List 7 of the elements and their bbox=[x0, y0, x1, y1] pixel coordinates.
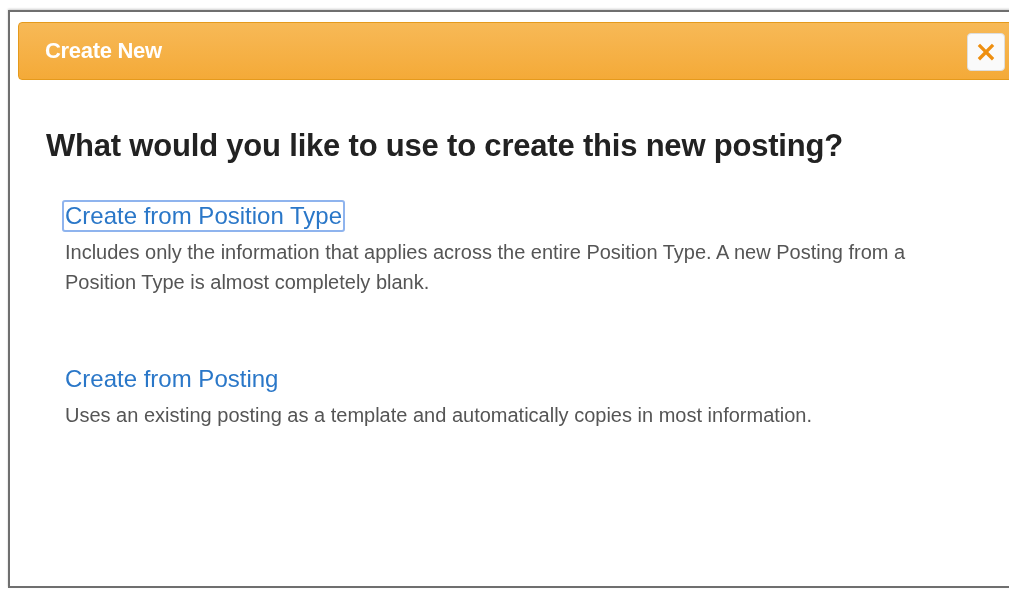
question-heading: What would you like to use to create this new posting? bbox=[46, 128, 844, 164]
option-description: Uses an existing posting as a template and automatically copies in most information. bbox=[65, 403, 814, 428]
option-link[interactable]: Create from Posting bbox=[62, 363, 282, 395]
option-link[interactable]: Create from Position Type bbox=[62, 200, 346, 232]
dialog-title: Create New bbox=[45, 38, 162, 64]
close-button[interactable]: × bbox=[967, 33, 1005, 71]
option-description: Includes only the information that applies across the entire Position Type. A new Posting from a Position Type is almost completely blank. bbox=[65, 240, 907, 295]
